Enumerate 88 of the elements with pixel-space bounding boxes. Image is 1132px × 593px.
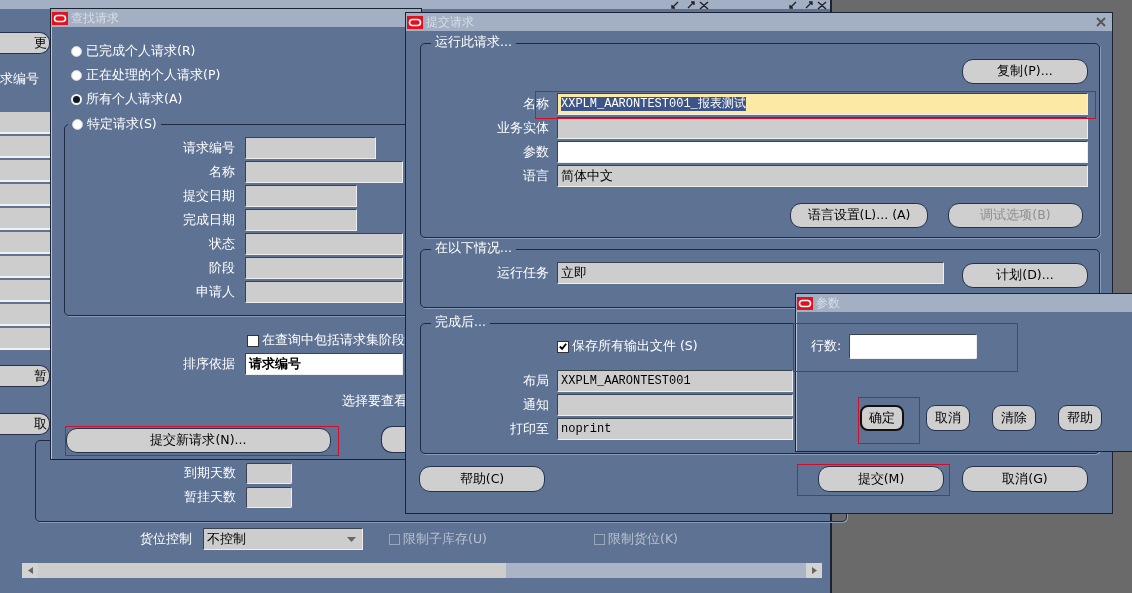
copy-button[interactable]: 复制(P)... — [962, 59, 1088, 84]
record-field[interactable] — [0, 136, 50, 158]
record-field[interactable] — [0, 232, 50, 254]
checkbox[interactable]: 保存所有输出文件 (S) — [557, 338, 698, 355]
side-button[interactable]: 取 — [0, 413, 50, 435]
field-label: 行数: — [811, 338, 842, 355]
field-label: 运行任务 — [496, 264, 549, 282]
field-label: 布局 — [522, 372, 549, 390]
field-label: 暂挂天数 — [183, 489, 236, 506]
partial-button[interactable] — [381, 426, 405, 453]
text-field[interactable]: 立即 — [557, 262, 944, 284]
record-field[interactable] — [0, 256, 50, 278]
record-field[interactable] — [0, 304, 50, 326]
field-label: 阶段 — [209, 259, 235, 277]
text-field[interactable]: 简体中文 — [557, 165, 1088, 187]
checkmark-icon — [558, 341, 568, 352]
cancel-button[interactable]: 取消 — [926, 405, 970, 431]
radio-icon[interactable] — [72, 118, 83, 130]
radio-button[interactable]: 已完成个人请求(R) — [71, 42, 221, 60]
text-field[interactable] — [245, 185, 357, 207]
field-label: 名称 — [209, 163, 235, 181]
field-label: 提交日期 — [183, 187, 235, 205]
hint-text: 选择要查看 — [342, 393, 407, 410]
logo-icon — [797, 296, 813, 310]
record-field[interactable] — [0, 208, 50, 230]
record-field[interactable] — [0, 328, 50, 350]
text-field[interactable] — [849, 334, 978, 359]
field-label: 参数 — [522, 143, 549, 161]
field-label: 语言 — [522, 167, 549, 185]
record-field[interactable] — [0, 280, 50, 302]
field-label: 状态 — [209, 235, 235, 253]
help-button[interactable]: 帮助 — [1058, 405, 1102, 431]
record-field[interactable] — [0, 160, 50, 182]
field-label: 通知 — [522, 396, 549, 414]
field-label: 打印至 — [509, 420, 549, 438]
submit-button[interactable]: 提交(M) — [818, 466, 944, 492]
cancel-button[interactable]: 取消(G) — [962, 466, 1088, 492]
text-field[interactable] — [245, 137, 376, 159]
radio-button[interactable]: 特定请求(S) — [68, 115, 161, 133]
text-field[interactable] — [245, 233, 403, 255]
highlight-frame — [858, 397, 920, 444]
logo-icon — [407, 15, 423, 29]
section-title: 完成后... — [431, 314, 490, 331]
radio-icon[interactable] — [71, 45, 82, 57]
text-field[interactable] — [246, 487, 292, 508]
text-field[interactable]: XXPLM_AARONTEST001_报表测试 — [557, 93, 1088, 115]
text-field[interactable] — [557, 141, 1088, 163]
field-label: 业务实体 — [496, 119, 549, 137]
checkbox[interactable]: 在查询中包括请求集阶段 — [247, 332, 405, 349]
dropdown[interactable]: 不控制 — [203, 528, 363, 550]
close-icon[interactable] — [1096, 17, 1106, 27]
help-button[interactable]: 帮助(C) — [419, 466, 545, 492]
text-field[interactable]: XXPLM_AARONTEST001 — [557, 370, 793, 392]
clear-button[interactable]: 清除 — [992, 405, 1036, 431]
field-label: 申请人 — [196, 283, 235, 301]
field-label: 求编号 — [0, 71, 39, 88]
scroll-left-icon[interactable] — [27, 567, 33, 574]
field-label: 到期天数 — [183, 465, 236, 482]
text-field[interactable] — [557, 117, 1088, 139]
side-button[interactable]: 暂 — [0, 365, 50, 387]
ok-button[interactable]: 确定 — [860, 405, 904, 431]
text-field[interactable]: noprint — [557, 418, 793, 440]
radio-button[interactable]: 所有个人请求(A) — [71, 90, 221, 108]
text-field[interactable] — [245, 257, 403, 279]
caret-icon — [347, 536, 356, 542]
logo-icon — [52, 11, 68, 25]
section-title: 运行此请求... — [431, 34, 516, 51]
field-label: 完成日期 — [183, 211, 235, 229]
radio-icon[interactable] — [71, 69, 82, 81]
record-field[interactable] — [0, 112, 50, 134]
side-button[interactable]: 更 — [0, 32, 50, 54]
text-field[interactable] — [245, 281, 403, 303]
submit-new-request-button[interactable]: 提交新请求(N)... — [66, 428, 331, 453]
scroll-right-icon[interactable] — [811, 567, 817, 574]
text-field[interactable] — [557, 394, 793, 416]
horizontal-scrollbar[interactable] — [22, 563, 822, 578]
record-field[interactable] — [0, 184, 50, 206]
text-field[interactable] — [245, 161, 403, 183]
field-label: 货位控制 — [140, 530, 192, 548]
text-field[interactable]: 请求编号 — [245, 353, 403, 375]
schedule-button[interactable]: 计划(D)... — [962, 263, 1088, 288]
section-title: 在以下情况... — [431, 240, 516, 257]
field-label: 排序依据 — [183, 355, 235, 373]
language-settings-button[interactable]: 语言设置(L)... (A) — [790, 203, 928, 228]
text-field[interactable] — [246, 463, 292, 484]
radio-button[interactable]: 正在处理的个人请求(P) — [71, 66, 221, 84]
field-label: 请求编号 — [183, 139, 235, 157]
text-field[interactable] — [245, 209, 357, 231]
